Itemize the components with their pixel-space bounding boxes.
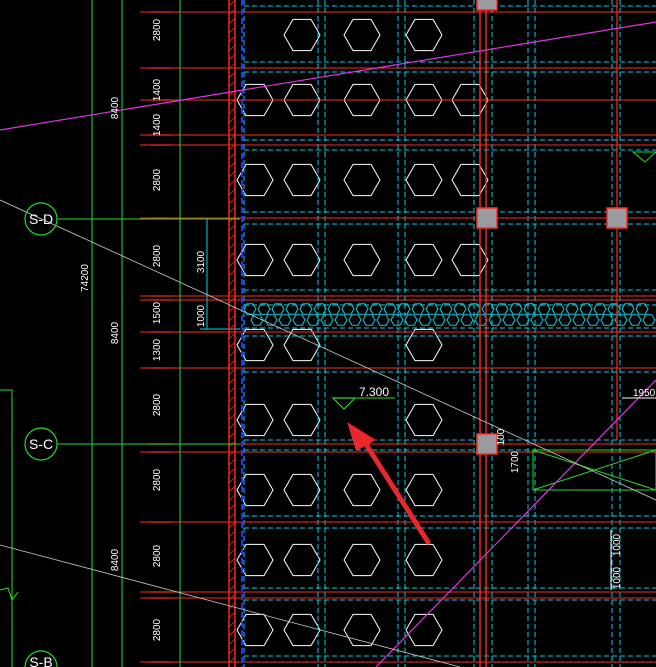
- dim-label: 2800: [152, 618, 163, 641]
- column-square: [476, 207, 498, 229]
- dim-label: 1400: [152, 78, 163, 101]
- dim-label: 1950: [633, 388, 656, 399]
- dim-label: 1000: [196, 304, 207, 327]
- dim-label: 2800: [152, 544, 163, 567]
- dim-label: 1000: [612, 533, 623, 556]
- dim-label: 2800: [152, 18, 163, 41]
- dim-label: 8400: [110, 548, 121, 571]
- dim-label-overall: 74200: [80, 264, 91, 292]
- axis-label: S-D: [29, 211, 53, 227]
- dim-label: 1500: [152, 301, 163, 324]
- dim-label: 2800: [152, 244, 163, 267]
- dim-label: 1000: [612, 566, 623, 589]
- dim-label: 2800: [152, 468, 163, 491]
- dim-label: 2800: [152, 393, 163, 416]
- axis-label: S-B: [29, 654, 52, 667]
- dim-label: 1700: [510, 450, 521, 473]
- dim-label: 1300: [152, 338, 163, 361]
- dim-label: 8400: [110, 96, 121, 119]
- dim-label: 3100: [196, 250, 207, 273]
- column-square: [606, 207, 628, 229]
- cad-drawing-canvas[interactable]: 2800 1400 1400 2800 2800 1500 1300 2800 …: [0, 0, 656, 667]
- column-square: [476, 433, 498, 455]
- dim-label: 8400: [110, 321, 121, 344]
- dim-label: 2800: [152, 168, 163, 191]
- column-square: [476, 0, 498, 11]
- grid-axis-bubble-s-b[interactable]: S-B: [24, 650, 58, 667]
- dim-label: 1400: [152, 113, 163, 136]
- elevation-value: 7.300: [359, 385, 389, 399]
- dim-label: 100: [496, 428, 507, 445]
- axis-label: S-C: [29, 436, 53, 452]
